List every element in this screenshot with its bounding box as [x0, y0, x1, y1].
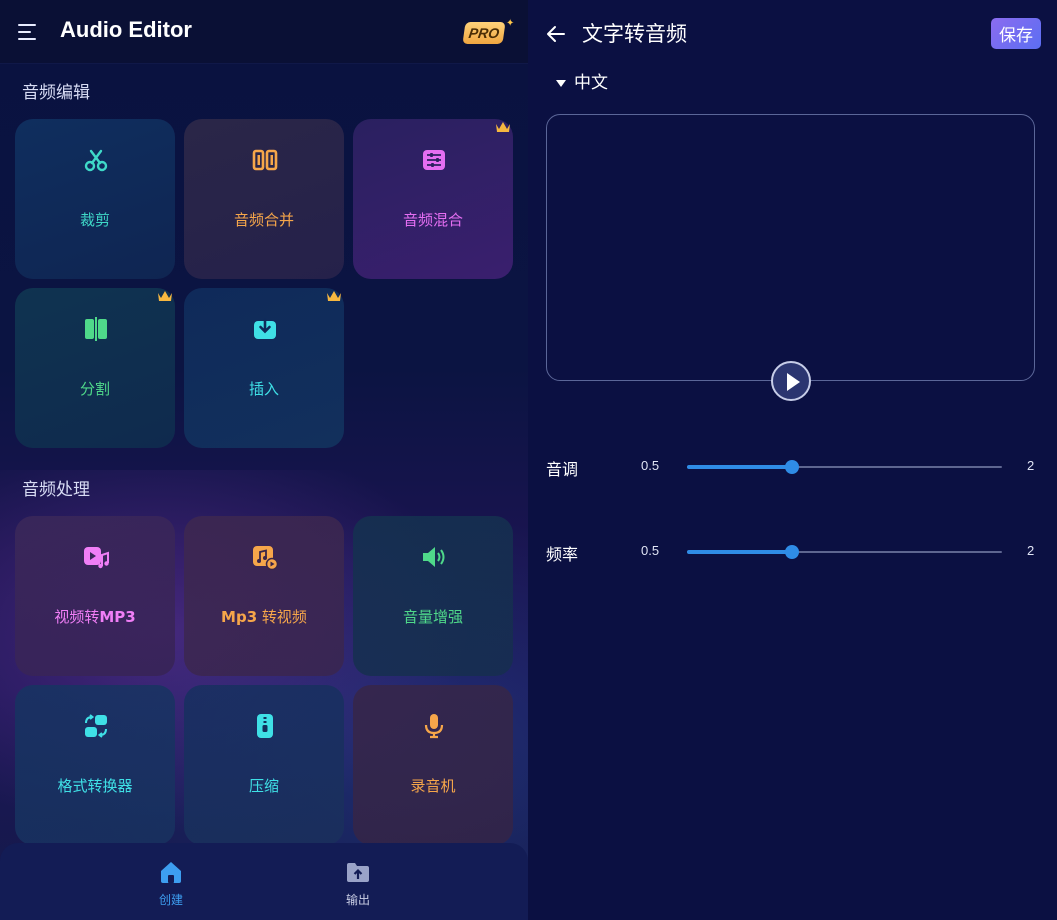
- rate-slider-row: 频率 0.5 2: [546, 537, 1046, 567]
- menu-icon[interactable]: [18, 22, 38, 40]
- audio-editor-panel: Audio Editor PRO ✦ 音频编辑 裁剪 音频合并 音频混合 分割 …: [0, 0, 528, 920]
- card-label: 裁剪: [79, 211, 110, 229]
- rate-label: 频率: [546, 545, 579, 564]
- slider-thumb[interactable]: [785, 545, 799, 559]
- mixer-icon: [423, 150, 445, 170]
- card-insert[interactable]: 插入: [184, 288, 344, 448]
- folder-upload-icon: [347, 863, 369, 882]
- card-label-suffix: 转视频: [257, 608, 307, 626]
- crown-icon: [327, 291, 341, 301]
- zip-icon: [257, 714, 273, 738]
- card-label: 视频转MP3: [15, 606, 175, 627]
- slider-thumb[interactable]: [785, 460, 799, 474]
- crown-icon: [158, 291, 172, 301]
- card-label: 音频合并: [233, 211, 294, 229]
- page-title: 文字转音频: [582, 22, 687, 46]
- back-arrow-icon[interactable]: [544, 22, 568, 46]
- card-recorder[interactable]: 录音机: [353, 685, 513, 845]
- card-merge[interactable]: 音频合并: [184, 119, 344, 279]
- caret-down-icon: [556, 79, 566, 87]
- slider-fill: [687, 465, 792, 469]
- card-label-suffix: MP3: [99, 608, 136, 626]
- pitch-label: 音调: [546, 460, 579, 479]
- text-to-audio-panel: 文字转音频 保存 中文 音调 0.5 2 频率 0.5 2: [528, 0, 1057, 920]
- play-button[interactable]: [771, 361, 811, 401]
- insert-icon: [254, 318, 276, 339]
- music-video-icon: [253, 546, 278, 570]
- nav-output[interactable]: 输出: [318, 859, 398, 913]
- split-icon: [85, 317, 107, 341]
- card-label: 音频混合: [402, 211, 463, 229]
- card-mp3-to-video[interactable]: Mp3 转视频: [184, 516, 344, 676]
- rate-max: 2: [1027, 543, 1035, 558]
- card-video-to-mp3[interactable]: 视频转MP3: [15, 516, 175, 676]
- card-volume-boost[interactable]: 音量增强: [353, 516, 513, 676]
- card-label: 插入: [248, 380, 279, 398]
- section-title-audio-process: 音频处理: [22, 480, 90, 500]
- card-split[interactable]: 分割: [15, 288, 175, 448]
- card-trim[interactable]: 裁剪: [15, 119, 175, 279]
- crown-icon: [496, 122, 510, 132]
- card-label: 格式转换器: [57, 777, 133, 795]
- volume-icon: [423, 547, 445, 567]
- app-title: Audio Editor: [60, 17, 192, 42]
- pitch-min: 0.5: [641, 458, 660, 473]
- pitch-max: 2: [1027, 458, 1035, 473]
- nav-label: 创建: [158, 893, 183, 907]
- nav-create[interactable]: 创建: [131, 859, 211, 913]
- pitch-slider-row: 音调 0.5 2: [546, 452, 1046, 482]
- nav-label: 输出: [345, 893, 370, 907]
- card-label-prefix: Mp3: [221, 608, 258, 626]
- mic-icon: [424, 714, 444, 739]
- convert-icon: [85, 714, 107, 738]
- top-bar: Audio Editor PRO ✦: [0, 0, 528, 64]
- card-label-prefix: 视频转: [54, 608, 100, 626]
- text-input[interactable]: [546, 114, 1035, 381]
- pro-badge[interactable]: PRO: [462, 22, 506, 44]
- section-title-audio-edit: 音频编辑: [22, 83, 90, 103]
- card-format-converter[interactable]: 格式转换器: [15, 685, 175, 845]
- card-label: Mp3 转视频: [184, 606, 344, 627]
- merge-icon: [252, 149, 278, 171]
- card-label: 分割: [79, 380, 110, 398]
- rate-slider[interactable]: [687, 545, 1002, 559]
- video-music-icon: [84, 547, 109, 569]
- rate-min: 0.5: [641, 543, 660, 558]
- home-icon: [161, 862, 181, 883]
- language-dropdown[interactable]: 中文: [556, 68, 608, 94]
- card-label: 压缩: [248, 777, 279, 795]
- bottom-nav: 创建 输出: [0, 843, 528, 920]
- card-label: 音量增强: [402, 608, 463, 626]
- pitch-slider[interactable]: [687, 460, 1002, 474]
- card-mix[interactable]: 音频混合: [353, 119, 513, 279]
- sparkle-icon: ✦: [506, 18, 515, 29]
- card-compress[interactable]: 压缩: [184, 685, 344, 845]
- slider-fill: [687, 550, 792, 554]
- language-value: 中文: [574, 73, 608, 93]
- scissors-icon: [84, 149, 108, 172]
- card-label: 录音机: [410, 777, 456, 795]
- screen: Audio Editor PRO ✦ 音频编辑 裁剪 音频合并 音频混合 分割 …: [0, 0, 1057, 920]
- save-button[interactable]: 保存: [991, 18, 1041, 49]
